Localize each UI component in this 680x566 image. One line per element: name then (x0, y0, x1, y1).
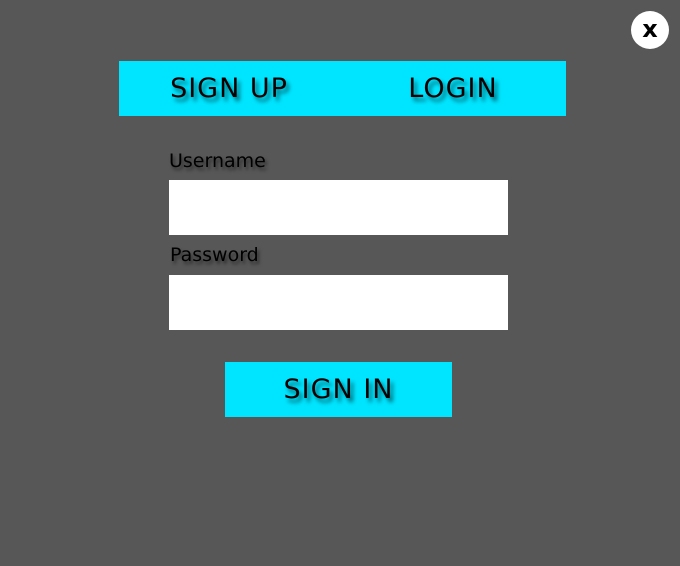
auth-tab-bar: SIGN UP LOGIN (119, 61, 566, 116)
username-label: Username (169, 150, 266, 172)
close-button[interactable]: x (631, 11, 669, 49)
close-icon: x (642, 15, 658, 43)
sign-in-button[interactable]: SIGN IN (225, 362, 452, 417)
password-input[interactable] (169, 275, 508, 330)
tab-sign-up[interactable]: SIGN UP (149, 61, 309, 116)
username-input[interactable] (169, 180, 508, 235)
tab-login[interactable]: LOGIN (381, 61, 525, 116)
password-label: Password (170, 244, 259, 266)
